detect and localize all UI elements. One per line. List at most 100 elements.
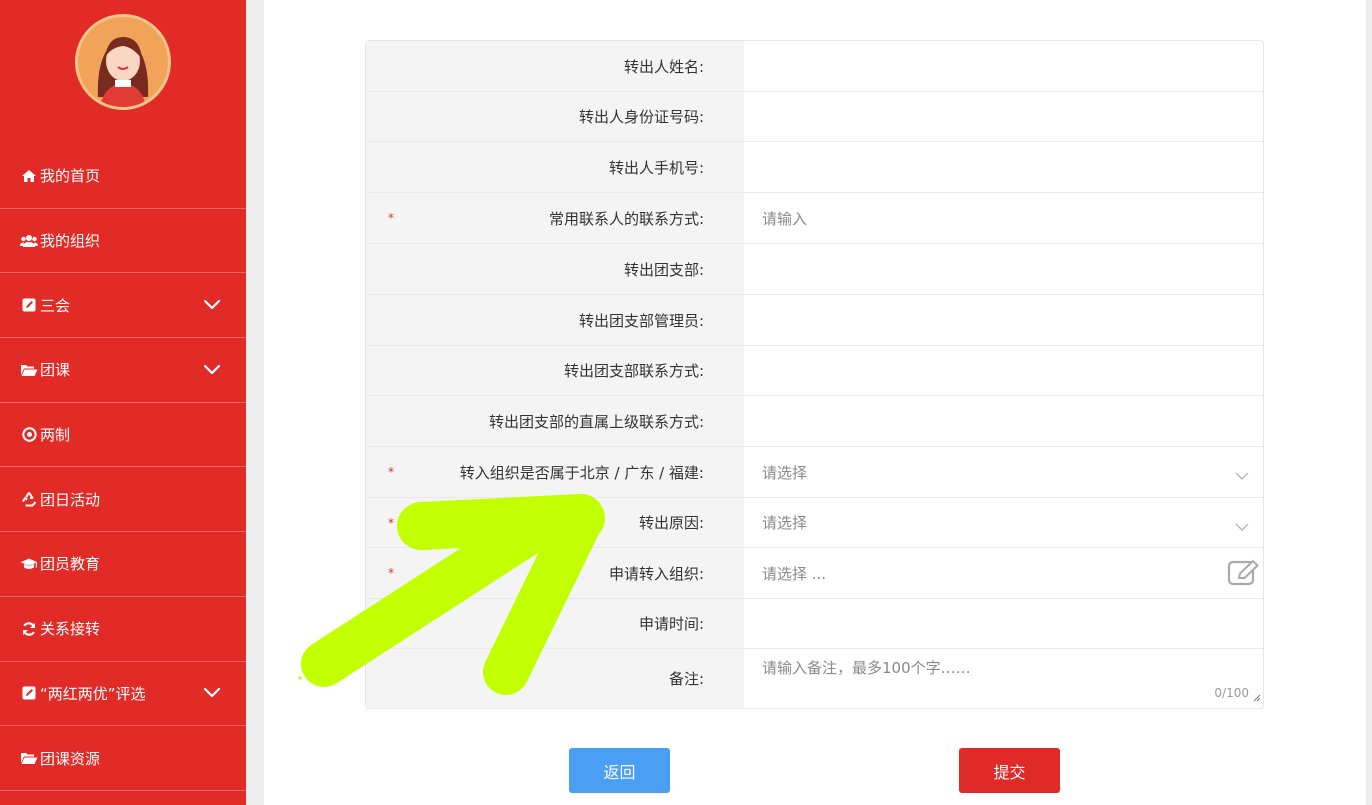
chevron-down-icon[interactable] — [1235, 467, 1249, 485]
form-label: 转出团支部管理员: — [578, 311, 704, 330]
sidebar: 我的首页我的组织三会团课两制团日活动团员教育关系接转 “两红两优”评选团课资源 — [0, 0, 246, 805]
form-value: 请输入备注，最多100个字…… — [762, 659, 971, 677]
edit-icon — [20, 297, 38, 313]
transfer-form: 转出人姓名: 转出人身份证号码: 转出人手机号: * 常用联系人的联系方式: 请输入转出团… — [365, 40, 1264, 709]
form-label-cell: 转出团支部管理员: — [366, 295, 744, 345]
sidebar-item-label: 关系接转 — [40, 620, 101, 639]
avatar[interactable] — [75, 14, 171, 110]
form-label-cell: 备注: — [366, 649, 744, 708]
sidebar-item-2[interactable]: 三会 — [0, 273, 246, 339]
form-value-field[interactable] — [744, 396, 1263, 446]
form-label-cell: 申请时间: — [366, 599, 744, 648]
form-row: 转出人姓名: — [366, 41, 1263, 92]
form-value-field[interactable] — [744, 346, 1263, 395]
avatar-illustration — [97, 37, 149, 107]
form-value-field[interactable]: 请输入备注，最多100个字…… 0/100 — [744, 649, 1263, 708]
back-button[interactable]: 返回 — [569, 748, 670, 793]
form-row: 转出人身份证号码: — [366, 92, 1263, 142]
sidebar-item-3[interactable]: 团课 — [0, 338, 246, 403]
form-row: * 转出原因: 请选择 — [366, 498, 1263, 548]
users-icon — [20, 233, 38, 249]
form-value-field[interactable] — [744, 295, 1263, 345]
form-label-cell: 转出人手机号: — [366, 142, 744, 192]
form-value-field[interactable] — [744, 599, 1263, 648]
required-marker: * — [388, 566, 394, 580]
form-label: 转出原因: — [638, 514, 704, 532]
form-label-cell: 转出团支部的直属上级联系方式: — [366, 396, 744, 446]
required-marker: * — [388, 211, 394, 225]
form-label-cell: 转出人姓名: — [366, 41, 744, 91]
content-gutter — [246, 0, 264, 805]
edit-icon — [20, 685, 38, 701]
form-value: 请选择 — [762, 463, 808, 482]
form-row: 转出团支部的直属上级联系方式: — [366, 396, 1263, 447]
sidebar-item-label: 团员教育 — [40, 555, 101, 574]
form-value-field[interactable] — [744, 142, 1263, 192]
form-value-field[interactable] — [744, 244, 1263, 294]
form-label-cell: 转出团支部联系方式: — [366, 346, 744, 395]
target-icon — [20, 427, 38, 443]
sidebar-item-6[interactable]: 团员教育 — [0, 532, 246, 597]
folder-open-icon — [20, 750, 38, 766]
form-label: 转出人姓名: — [623, 57, 704, 76]
sidebar-item-label: “两红两优”评选 — [40, 684, 146, 703]
sidebar-item-label: 两制 — [40, 426, 71, 445]
form-label: 转出人手机号: — [608, 158, 704, 177]
form-value-field[interactable] — [744, 92, 1263, 141]
sidebar-item-label: 团课 — [40, 361, 71, 380]
form-label-cell: 转出人身份证号码: — [366, 92, 744, 141]
form-row: * 转入组织是否属于北京 / 广东 / 福建: 请选择 — [366, 447, 1263, 498]
form-label: 转出团支部联系方式: — [563, 362, 704, 380]
sidebar-item-label: 团日活动 — [40, 490, 101, 509]
sidebar-item-8[interactable]: “两红两优”评选 — [0, 662, 246, 727]
form-value-field[interactable]: 请选择 — [744, 447, 1263, 497]
form-row: 备注: 请输入备注，最多100个字…… 0/100 — [366, 649, 1263, 709]
required-marker: * — [388, 465, 394, 479]
form-row: 申请时间: — [366, 599, 1263, 649]
char-counter: 0/100 — [1214, 686, 1249, 700]
sidebar-item-5[interactable]: 团日活动 — [0, 467, 246, 533]
form-row: * 常用联系人的联系方式: 请输入 — [366, 193, 1263, 244]
form-label: 转出团支部的直属上级联系方式: — [488, 412, 704, 431]
sidebar-item-9[interactable]: 团课资源 — [0, 726, 246, 791]
form-value-field[interactable]: 请输入 — [744, 193, 1263, 243]
submit-button[interactable]: 提交 — [959, 748, 1060, 793]
form-row: * 申请转入组织: 请选择 ... — [366, 548, 1263, 599]
chevron-down-icon[interactable] — [203, 298, 221, 316]
form-label: 申请时间: — [638, 615, 704, 633]
form-label: 转入组织是否属于北京 / 广东 / 福建: — [459, 463, 704, 482]
edit-icon[interactable] — [1227, 559, 1261, 591]
form-value-field[interactable]: 请选择 — [744, 498, 1263, 547]
form-label-cell: * 常用联系人的联系方式: — [366, 193, 744, 243]
sidebar-item-7[interactable]: 关系接转 — [0, 597, 246, 662]
form-label: 备注: — [668, 670, 704, 688]
form-value: 请选择 ... — [762, 564, 827, 583]
chevron-down-icon[interactable] — [203, 363, 221, 381]
form-label-cell: * 转入组织是否属于北京 / 广东 / 福建: — [366, 447, 744, 497]
form-label: 转出团支部: — [623, 260, 704, 279]
form-row: 转出团支部: — [366, 244, 1263, 295]
form-value-field[interactable] — [744, 41, 1263, 91]
sidebar-item-0[interactable]: 我的首页 — [0, 144, 246, 209]
chevron-down-icon[interactable] — [203, 686, 221, 704]
folder-open-icon — [20, 362, 38, 378]
sidebar-item-label: 我的组织 — [40, 232, 101, 251]
form-row: 转出团支部联系方式: — [366, 346, 1263, 396]
required-marker: * — [388, 515, 394, 530]
home-icon — [20, 168, 38, 184]
sidebar-item-4[interactable]: 两制 — [0, 403, 246, 468]
sidebar-item-1[interactable]: 我的组织 — [0, 209, 246, 274]
resize-handle-icon[interactable] — [1252, 688, 1261, 706]
form-row: 转出团支部管理员: — [366, 295, 1263, 346]
sidebar-item-label: 三会 — [40, 296, 71, 315]
form-value: 请输入 — [762, 209, 808, 228]
form-label: 转出人身份证号码: — [578, 108, 704, 126]
form-label-cell: * 申请转入组织: — [366, 548, 744, 598]
chevron-down-icon[interactable] — [1235, 518, 1249, 536]
form-label: 常用联系人的联系方式: — [548, 209, 704, 228]
form-label-cell: * 转出原因: — [366, 498, 744, 547]
form-row: 转出人手机号: — [366, 142, 1263, 193]
form-value-field[interactable]: 请选择 ... — [744, 548, 1263, 598]
recycle-icon — [20, 491, 38, 507]
right-gutter — [1366, 0, 1372, 805]
